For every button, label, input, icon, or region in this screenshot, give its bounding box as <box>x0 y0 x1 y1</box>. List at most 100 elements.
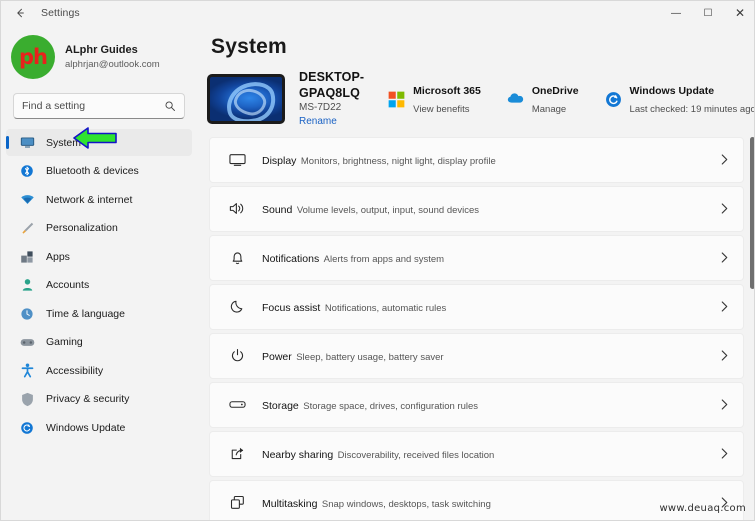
settings-row-storage[interactable]: Storage Storage space, drives, configura… <box>209 382 744 428</box>
sidebar-item-accessibility[interactable]: Accessibility <box>6 357 192 384</box>
profile-email: alphrjan@outlook.com <box>65 58 160 70</box>
sidebar-item-label: Bluetooth & devices <box>46 165 139 177</box>
sidebar-item-personalization[interactable]: Personalization <box>6 215 192 242</box>
settings-row-meta: Sound Volume levels, output, input, soun… <box>262 200 720 218</box>
search-input[interactable] <box>22 100 164 112</box>
wifi-icon <box>18 192 36 208</box>
update-sync-icon <box>605 91 622 108</box>
maximize-button[interactable]: ☐ <box>692 1 724 25</box>
service-meta: Windows Update Last checked: 19 minutes … <box>629 81 755 117</box>
storage-drive-icon <box>226 395 248 415</box>
minimize-button[interactable]: — <box>660 1 692 25</box>
watermark: www.deuaq.com <box>659 503 746 514</box>
multitask-windows-icon <box>226 493 248 513</box>
settings-row-power[interactable]: Power Sleep, battery usage, battery save… <box>209 333 744 379</box>
scrollbar-thumb[interactable] <box>750 137 754 289</box>
service-title: Windows Update <box>629 85 715 97</box>
settings-row-sound[interactable]: Sound Volume levels, output, input, soun… <box>209 186 744 232</box>
search-icon[interactable] <box>164 100 176 112</box>
sidebar-item-apps[interactable]: Apps <box>6 243 192 270</box>
service-meta: OneDrive Manage <box>532 81 579 117</box>
update-icon <box>18 420 36 436</box>
sidebar-item-bluetooth-devices[interactable]: Bluetooth & devices <box>6 158 192 185</box>
chevron-right-icon[interactable] <box>720 300 729 313</box>
sidebar-item-label: Privacy & security <box>46 393 130 405</box>
device-header: DESKTOP-GPAQ8LQ MS-7D22 Rename Microsoft… <box>207 70 755 129</box>
sidebar-item-system[interactable]: System <box>6 129 192 156</box>
chevron-right-icon[interactable] <box>720 398 729 411</box>
settings-row-focus-assist[interactable]: Focus assist Notifications, automatic ru… <box>209 284 744 330</box>
moon-icon <box>226 297 248 317</box>
windows-wallpaper-thumbnail <box>207 74 285 124</box>
settings-row-meta: Multitasking Snap windows, desktops, tas… <box>262 494 720 512</box>
apps-icon <box>18 249 36 265</box>
settings-row-display[interactable]: Display Monitors, brightness, night ligh… <box>209 137 744 183</box>
power-icon <box>226 346 248 366</box>
service-title: Microsoft 365 <box>413 85 481 97</box>
settings-row-title: Storage <box>262 399 299 412</box>
settings-row-notifications[interactable]: Notifications Alerts from apps and syste… <box>209 235 744 281</box>
settings-row-title: Sound <box>262 203 293 216</box>
sidebar-item-accounts[interactable]: Accounts <box>6 272 192 299</box>
main-pane: System DESKTOP-GPAQ8LQ MS-7D22 Rename Mi… <box>197 25 755 520</box>
service-cards: Microsoft 365 View benefits OneDrive Man… <box>388 81 755 117</box>
sidebar-item-time-language[interactable]: Time & language <box>6 300 192 327</box>
device-model: MS-7D22 <box>299 102 342 113</box>
sidebar-nav: System Bluetooth & devices Network & int… <box>1 129 197 441</box>
settings-row-title: Power <box>262 350 292 363</box>
window-title: Settings <box>41 7 80 19</box>
shield-icon <box>18 391 36 407</box>
settings-row-subtitle: Storage space, drives, configuration rul… <box>303 400 479 412</box>
back-arrow-icon[interactable] <box>7 2 33 24</box>
settings-row-nearby-sharing[interactable]: Nearby sharing Discoverability, received… <box>209 431 744 477</box>
settings-row-subtitle: Discoverability, received files location <box>337 449 495 461</box>
rename-link[interactable]: Rename <box>299 115 364 129</box>
service-title: OneDrive <box>531 85 579 97</box>
service-card-onedrive[interactable]: OneDrive Manage <box>507 81 579 117</box>
sidebar-item-windows-update[interactable]: Windows Update <box>6 414 192 441</box>
profile-name: ALphr Guides <box>65 43 138 56</box>
settings-list: Display Monitors, brightness, night ligh… <box>209 137 744 520</box>
settings-row-subtitle: Monitors, brightness, night light, displ… <box>300 155 496 167</box>
bluetooth-icon <box>18 163 36 179</box>
settings-row-multitasking[interactable]: Multitasking Snap windows, desktops, tas… <box>209 480 744 520</box>
settings-row-title: Multitasking <box>262 497 318 510</box>
settings-row-subtitle: Sleep, battery usage, battery saver <box>296 351 444 363</box>
bell-icon <box>226 248 248 268</box>
chevron-right-icon[interactable] <box>720 447 729 460</box>
service-card-windows-update[interactable]: Windows Update Last checked: 19 minutes … <box>605 81 755 117</box>
sidebar-item-label: Gaming <box>46 336 83 348</box>
chevron-right-icon[interactable] <box>720 202 729 215</box>
chevron-right-icon[interactable] <box>720 153 729 166</box>
settings-row-title: Notifications <box>262 252 320 265</box>
service-card-microsoft-365[interactable]: Microsoft 365 View benefits <box>388 81 481 117</box>
search-box[interactable] <box>13 93 185 119</box>
scrollbar[interactable] <box>750 51 754 520</box>
sidebar-item-gaming[interactable]: Gaming <box>6 329 192 356</box>
accessibility-icon <box>18 363 36 379</box>
chevron-right-icon[interactable] <box>720 251 729 264</box>
service-subtitle: View benefits <box>413 104 470 115</box>
service-meta: Microsoft 365 View benefits <box>413 81 481 117</box>
sidebar-item-privacy-security[interactable]: Privacy & security <box>6 386 192 413</box>
sidebar-item-label: Accounts <box>46 279 90 291</box>
service-subtitle: Last checked: 19 minutes ago <box>629 104 755 115</box>
sidebar-item-label: Personalization <box>46 222 118 234</box>
sidebar-item-network-internet[interactable]: Network & internet <box>6 186 192 213</box>
gamepad-icon <box>18 334 36 350</box>
settings-row-meta: Focus assist Notifications, automatic ru… <box>262 298 720 316</box>
user-profile[interactable]: ph ALphr Guides alphrjan@outlook.com <box>1 25 197 89</box>
sidebar-item-label: Windows Update <box>46 421 126 434</box>
title-bar: Settings — ☐ ✕ <box>1 1 754 25</box>
sidebar-item-label: Accessibility <box>46 364 104 377</box>
monitor-icon <box>226 150 248 170</box>
paintbrush-icon <box>18 220 36 236</box>
chevron-right-icon[interactable] <box>720 349 729 362</box>
sidebar-item-label: Apps <box>46 250 70 263</box>
device-name: DESKTOP-GPAQ8LQ <box>299 70 365 100</box>
profile-meta: ALphr Guides alphrjan@outlook.com <box>65 43 160 72</box>
sidebar-item-label: System <box>46 136 82 149</box>
close-button[interactable]: ✕ <box>724 1 754 25</box>
settings-row-subtitle: Volume levels, output, input, sound devi… <box>296 204 480 216</box>
settings-window: Settings — ☐ ✕ ph ALphr Guides alphrjan@… <box>0 0 755 521</box>
